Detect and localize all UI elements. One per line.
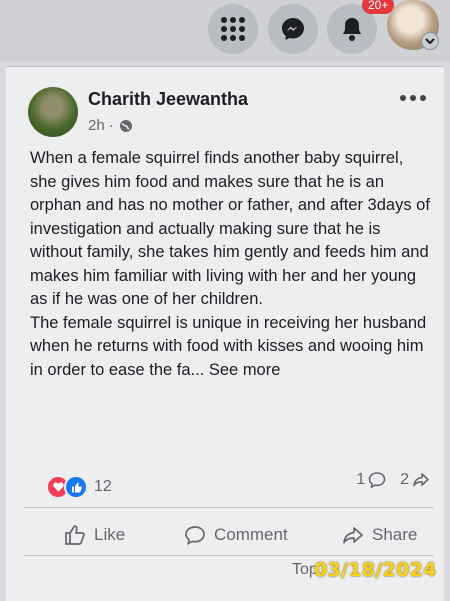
divider: [24, 507, 434, 508]
see-more-link[interactable]: See more: [209, 361, 281, 379]
top-navigation-bar: 20+: [0, 0, 450, 62]
post-time[interactable]: 2h ·: [88, 117, 114, 134]
share-arrow-icon: [413, 473, 429, 487]
account-menu-button[interactable]: [421, 32, 439, 50]
chevron-down-icon: [425, 38, 435, 45]
post-paragraph: When a female squirrel finds another bab…: [30, 149, 430, 308]
post-paragraph: The female squirrel is unique in receivi…: [30, 313, 427, 379]
comment-label: Comment: [214, 525, 288, 544]
post-card: Charith Jeewantha 2h · When a female squ…: [6, 66, 444, 601]
like-label: Like: [94, 525, 126, 544]
grid-menu-icon: [221, 17, 245, 41]
thumbs-up-icon: [65, 525, 85, 545]
share-icon: [343, 527, 363, 544]
bell-icon: [343, 18, 361, 41]
menu-button[interactable]: [208, 4, 258, 54]
engagement-stats: 1 2: [356, 471, 430, 489]
messenger-button[interactable]: [268, 4, 318, 54]
like-reaction-icon: [64, 475, 88, 499]
comment-button[interactable]: Comment: [184, 515, 288, 555]
author-avatar[interactable]: [28, 87, 78, 137]
more-options-icon: [400, 95, 406, 101]
comment-icon: [368, 472, 386, 489]
post-body: When a female squirrel finds another bab…: [30, 147, 434, 382]
reaction-count: 12: [94, 478, 112, 495]
author-name[interactable]: Charith Jeewantha: [88, 89, 248, 110]
like-button[interactable]: Like: [64, 515, 125, 555]
comment-bubble-icon: [185, 526, 205, 546]
comment-count[interactable]: 1: [356, 471, 386, 489]
globe-icon: [119, 119, 132, 132]
share-label: Share: [372, 525, 418, 544]
post-action-bar: Like Comment Share: [46, 515, 446, 555]
share-button[interactable]: Share: [342, 515, 417, 555]
messenger-icon: [282, 18, 304, 40]
share-count[interactable]: 2: [400, 471, 430, 489]
divider: [24, 555, 434, 556]
post-options-button[interactable]: [400, 95, 426, 101]
reactions-summary[interactable]: 12: [46, 475, 112, 499]
post-meta: 2h ·: [88, 117, 133, 134]
photo-date-stamp: 03/18/2024: [314, 559, 437, 581]
